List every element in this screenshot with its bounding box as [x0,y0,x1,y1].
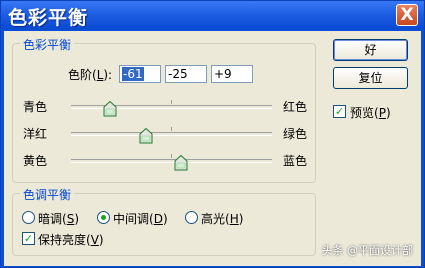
preserve-luminosity-label[interactable]: 保持亮度(V) [38,231,104,248]
window-title: 色彩平衡 [8,7,89,29]
slider-track-yellow-blue[interactable] [71,159,272,163]
slider-left-label-cyan: 青色 [23,100,48,114]
dialog-body: 色彩平衡 色阶(L): -61 -25 +9 青色 红色 洋红 绿色 黄色 蓝色… [4,31,421,266]
reset-button[interactable]: 复位 [333,67,408,89]
slider-center-tick [171,100,172,104]
preview-checkbox[interactable]: ✓ [333,105,346,118]
slider-track-magenta-green[interactable] [71,132,272,136]
level-field-yellow-blue[interactable]: +9 [211,65,253,83]
watermark: 头条 @平面设计部 [321,244,414,257]
preview-label[interactable]: 预览(P) [350,104,391,121]
radio-midtones[interactable] [97,211,110,224]
radio-highlights-label[interactable]: 高光(H) [201,210,243,227]
color-balance-group: 色彩平衡 色阶(L): -61 -25 +9 青色 红色 洋红 绿色 黄色 蓝色 [12,36,316,183]
radio-highlights[interactable] [185,211,198,224]
tone-balance-legend: 色调平衡 [20,186,75,203]
slider-track-cyan-red[interactable] [71,105,272,109]
slider-center-tick [171,154,172,158]
slider-left-label-magenta: 洋红 [23,127,48,141]
radio-shadows-label[interactable]: 暗调(S) [38,210,79,227]
slider-right-label-blue: 蓝色 [283,154,308,168]
ok-button[interactable]: 好 [333,39,408,61]
radio-midtones-label[interactable]: 中间调(D) [113,210,168,227]
level-field-magenta-green[interactable]: -25 [165,65,207,83]
slider-right-label-green: 绿色 [283,127,308,141]
slider-right-label-red: 红色 [283,100,308,114]
level-field-cyan-red[interactable]: -61 [119,65,161,83]
color-balance-legend: 色彩平衡 [20,36,75,53]
preserve-luminosity-checkbox[interactable]: ✓ [22,232,35,245]
slider-left-label-yellow: 黄色 [23,154,48,168]
tone-balance-group: 色调平衡 暗调(S) 中间调(D) 高光(H) ✓ 保持亮度(V) [12,186,316,256]
levels-label: 色阶(L): [68,68,113,82]
close-icon: X [400,5,414,25]
slider-center-tick [171,127,172,131]
dialog-window: 色彩平衡 X 色彩平衡 色阶(L): -61 -25 +9 青色 红色 洋红 绿… [0,0,425,268]
radio-shadows[interactable] [22,211,35,224]
title-bar[interactable]: 色彩平衡 X [1,1,424,30]
close-button[interactable]: X [396,4,418,26]
